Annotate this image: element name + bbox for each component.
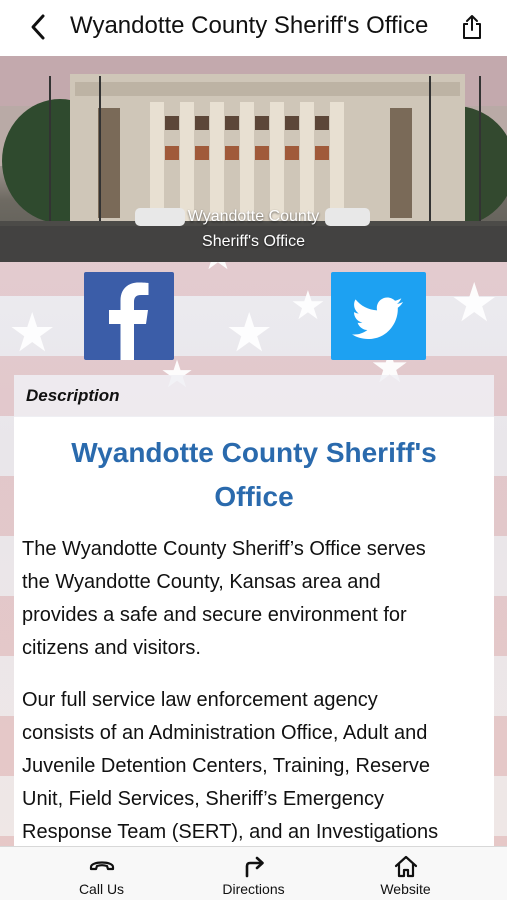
description-card: Wyandotte County Sheriff's Office The Wy… [14,417,494,846]
paragraph-line: Response Team (SERT), and an Investigati… [22,821,439,843]
tab-label: Call Us [78,881,125,897]
tab-label: Website [380,881,431,897]
description-paragraph-1: The Wyandotte County Sheriff’s Office se… [22,533,490,665]
description-title: Wyandotte County Sheriff's Office [14,431,494,519]
twitter-icon [352,297,403,339]
description-header: Description [14,375,494,417]
paragraph-line: Our full service law enforcement agency [22,689,378,711]
paragraph-line: Juvenile Detention Centers, Training, Re… [22,755,430,777]
paragraph-line: consists of an Administration Office, Ad… [22,722,428,744]
phone-icon [89,861,115,871]
chevron-left-icon[interactable] [24,12,54,42]
paragraph-line: The Wyandotte County Sheriff’s Office se… [22,538,426,560]
paragraph-line: provides a safe and secure environment f… [22,604,407,626]
page-title: Wyandotte County Sheriff's Office [70,12,429,39]
star-decoration: ★ [450,273,499,333]
twitter-button[interactable] [331,272,426,360]
paragraph-line: citizens and visitors. [22,637,201,659]
top-nav-bar: Wyandotte County Sheriff's Office [0,0,507,56]
facebook-button[interactable] [84,272,174,360]
facebook-icon [109,282,149,360]
description-title-line1: Wyandotte County Sheriff's [71,437,437,468]
description-paragraph-2: Our full service law enforcement agency … [22,684,490,846]
tab-directions[interactable]: Directions [169,847,338,900]
hero-building-image: Wyandotte County Sheriff's Office [0,56,507,262]
home-icon [394,855,418,878]
star-decoration: ★ [290,284,326,328]
paragraph-line: the Wyandotte County, Kansas area and [22,571,381,593]
directions-icon [245,856,264,878]
description-label: Description [26,386,120,405]
courthouse-illustration [0,56,507,262]
bottom-tab-bar: Call Us Directions Website [0,846,507,900]
share-icon[interactable] [457,12,487,42]
star-decoration: ★ [225,303,274,363]
tab-website[interactable]: Website [321,847,490,900]
paragraph-line: Unit, Field Services, Sheriff’s Emergenc… [22,788,384,810]
hero-caption-line1: Wyandotte County [187,208,320,225]
hero-caption-line2: Sheriff's Office [202,233,305,250]
tab-label: Directions [222,881,285,897]
star-decoration: ★ [8,303,57,363]
description-title-line2: Office [214,481,294,512]
tab-call-us[interactable]: Call Us [17,847,186,900]
